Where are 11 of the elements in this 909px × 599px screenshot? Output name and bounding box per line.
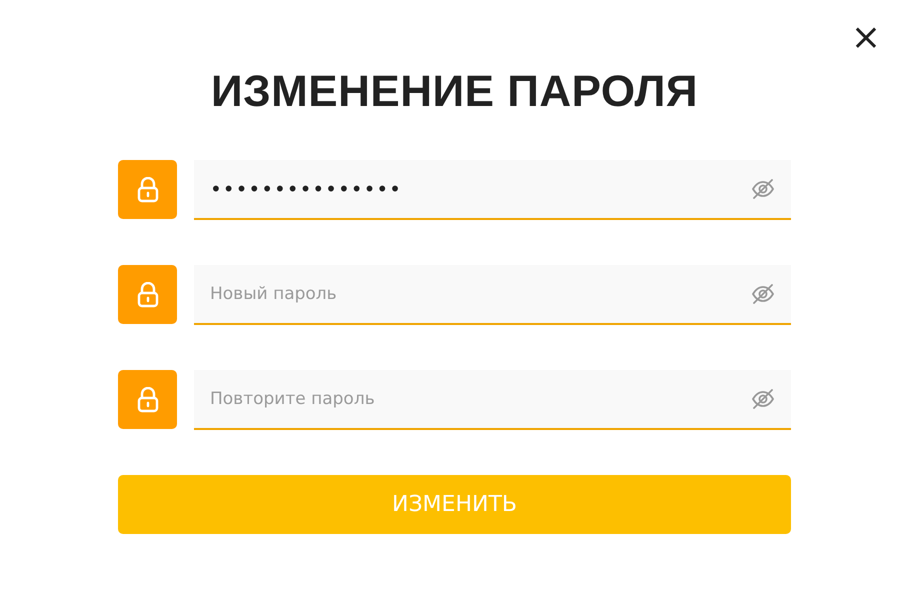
lock-icon	[118, 265, 177, 324]
password-field[interactable]: Повторите пароль	[194, 370, 791, 430]
dialog-title: ИЗМЕНЕНИЕ ПАРОЛЯ	[210, 66, 698, 118]
eye-slash-icon[interactable]	[751, 178, 775, 200]
password-field[interactable]: •••••••••••••••	[194, 160, 791, 220]
close-button[interactable]: ×	[846, 18, 885, 58]
password-field[interactable]: Новый пароль	[194, 265, 791, 325]
lock-icon	[118, 160, 177, 219]
lock-icon	[118, 370, 177, 429]
eye-slash-icon[interactable]	[751, 388, 775, 410]
eye-slash-icon[interactable]	[751, 283, 775, 305]
